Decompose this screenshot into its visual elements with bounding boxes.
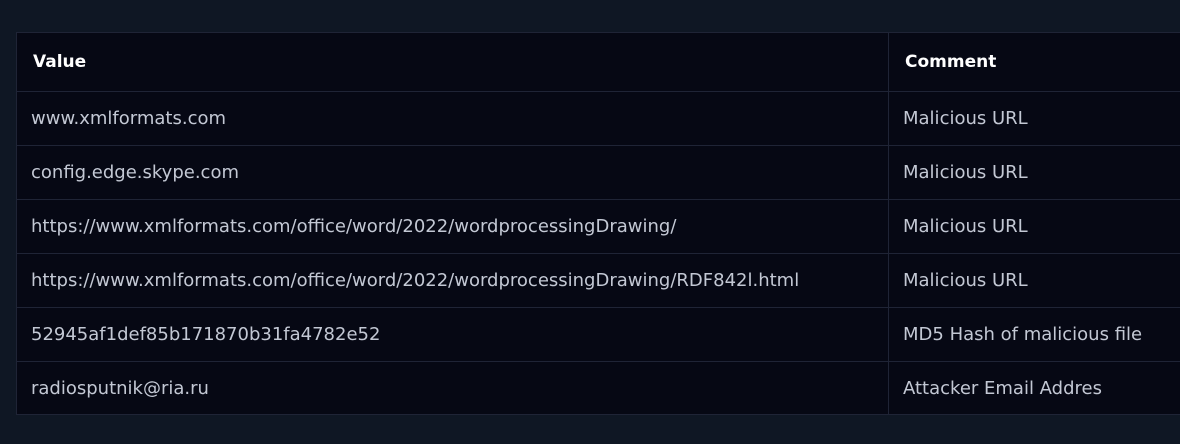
- table-header: Value Comment: [16, 32, 1180, 92]
- column-header-comment: Comment: [888, 32, 1180, 92]
- cell-value: radiosputnik@ria.ru: [16, 361, 889, 415]
- table-row: www.xmlformats.com Malicious URL: [16, 91, 1180, 146]
- cell-value: 52945af1def85b171870b31fa4782e52: [16, 307, 889, 362]
- table-row: https://www.xmlformats.com/office/word/2…: [16, 253, 1180, 308]
- cell-value: www.xmlformats.com: [16, 91, 889, 146]
- cell-value: https://www.xmlformats.com/office/word/2…: [16, 199, 889, 254]
- cell-value: config.edge.skype.com: [16, 145, 889, 200]
- table-row: radiosputnik@ria.ru Attacker Email Addre…: [16, 361, 1180, 415]
- cell-comment: MD5 Hash of malicious file: [888, 307, 1180, 362]
- table-row: 52945af1def85b171870b31fa4782e52 MD5 Has…: [16, 307, 1180, 362]
- ioc-table-container: Value Comment www.xmlformats.com Malicio…: [16, 32, 1180, 415]
- cell-comment: Malicious URL: [888, 199, 1180, 254]
- header-row: Value Comment: [16, 32, 1180, 92]
- cell-comment: Malicious URL: [888, 145, 1180, 200]
- ioc-table: Value Comment www.xmlformats.com Malicio…: [16, 32, 1180, 415]
- table-body: www.xmlformats.com Malicious URL config.…: [16, 91, 1180, 415]
- table-row: config.edge.skype.com Malicious URL: [16, 145, 1180, 200]
- cell-comment: Malicious URL: [888, 91, 1180, 146]
- cell-comment: Attacker Email Addres: [888, 361, 1180, 415]
- column-header-value: Value: [16, 32, 889, 92]
- cell-value: https://www.xmlformats.com/office/word/2…: [16, 253, 889, 308]
- table-row: https://www.xmlformats.com/office/word/2…: [16, 199, 1180, 254]
- cell-comment: Malicious URL: [888, 253, 1180, 308]
